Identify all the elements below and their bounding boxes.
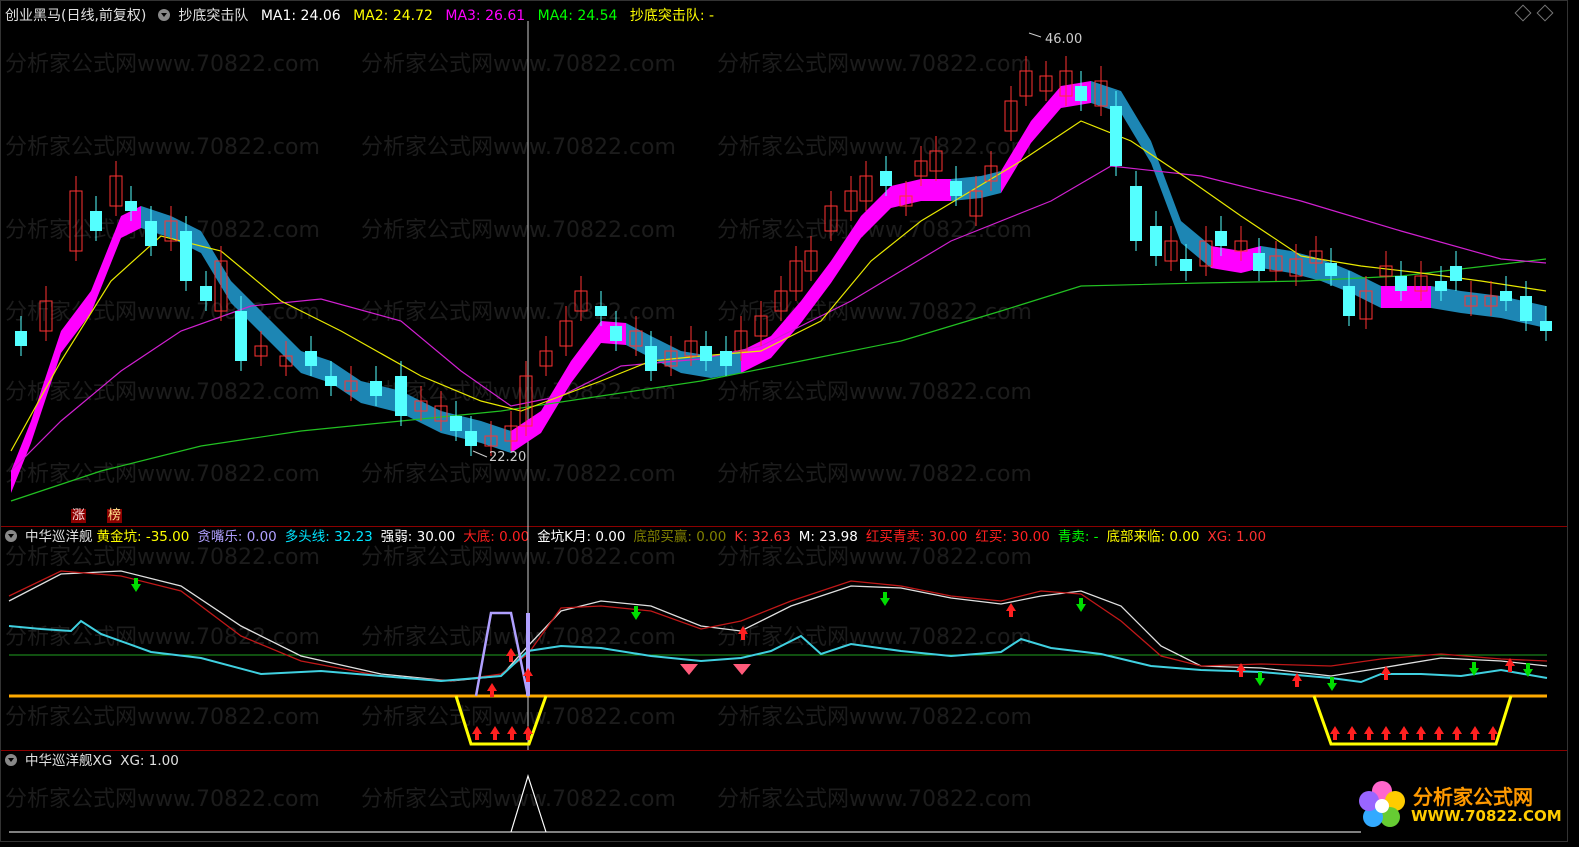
candle-body — [125, 201, 137, 211]
buy-arrow-icon — [1330, 726, 1340, 740]
candle-body — [90, 211, 102, 231]
candle-body — [610, 326, 622, 341]
buy-arrow-icon — [507, 726, 517, 740]
high-pointer — [1028, 32, 1042, 38]
buy-arrow-icon — [1416, 726, 1426, 740]
candle-body — [1253, 253, 1265, 271]
diamond-icon — [680, 664, 698, 675]
candle-body — [200, 286, 212, 301]
low-price-label: 22.20 — [489, 450, 526, 465]
candle-body — [1343, 286, 1355, 316]
candle-body — [465, 431, 477, 446]
candle-body — [595, 306, 607, 316]
candle-body — [1130, 186, 1142, 241]
buy-arrow-icon — [1347, 726, 1357, 740]
candle-body — [1540, 321, 1552, 331]
candle-body — [1180, 259, 1192, 271]
up-arrow-icon — [506, 648, 516, 662]
candle-body — [950, 181, 962, 196]
down-arrow-icon — [1255, 672, 1265, 686]
candle-body — [450, 416, 462, 431]
candle-body — [325, 376, 337, 386]
m-line — [8, 570, 1548, 682]
candle-body — [1215, 231, 1227, 246]
logo-title: 分析家公式网 — [1413, 785, 1533, 809]
high-price-label: 46.00 — [1045, 32, 1082, 47]
candle-body — [1450, 266, 1462, 281]
golden-pit-outline — [454, 695, 548, 746]
candle-body — [395, 376, 407, 416]
candle-body — [305, 351, 317, 366]
buy-arrow-icon — [490, 726, 500, 740]
down-arrow-icon — [1076, 598, 1086, 612]
down-arrow-icon — [631, 606, 641, 620]
buy-arrow-icon — [1364, 726, 1374, 740]
buy-arrow-icon — [1381, 726, 1391, 740]
site-logo: 分析家公式网 WWW.70822.COM — [1353, 777, 1562, 833]
ribbon-segment — [1121, 91, 1151, 163]
buy-arrow-icon — [1434, 726, 1444, 740]
candle-body — [720, 351, 732, 366]
ribbon-segment — [571, 321, 601, 383]
chart-window: 分析家公式网www.70822.com 分析家公式网www.70822.com 分析… — [0, 0, 1568, 842]
candle-body — [1520, 296, 1532, 321]
flower-logo-icon — [1359, 781, 1405, 827]
candle-body — [1110, 106, 1122, 166]
candle-body — [235, 311, 247, 361]
candle-body — [180, 231, 192, 281]
buy-arrow-icon — [1470, 726, 1480, 740]
logo-url: WWW.70822.COM — [1411, 807, 1562, 825]
low-pointer — [472, 450, 488, 458]
ribbon-segment — [831, 216, 861, 283]
candle-body — [1500, 291, 1512, 301]
strong-line — [8, 619, 1548, 684]
candlestick-chart[interactable]: 46.00 22.20 — [1, 1, 1567, 526]
candle-body — [880, 171, 892, 186]
ribbon-segment — [61, 291, 91, 353]
down-arrow-icon — [880, 592, 890, 606]
xg-signal-spike — [510, 773, 547, 833]
signal-chart — [9, 773, 1361, 833]
tag-bang: 榜 — [107, 508, 123, 523]
candle-body — [1395, 276, 1407, 291]
candle-body — [1325, 263, 1337, 276]
candle-body — [145, 221, 157, 246]
ribbon-segment — [1461, 291, 1501, 318]
candle-body — [1150, 226, 1162, 256]
candle-body — [1075, 86, 1087, 101]
buy-arrow-icon — [472, 726, 482, 740]
ma2-line — [10, 120, 1547, 452]
up-arrow-icon — [1006, 603, 1016, 617]
golden-pit-outline — [1312, 695, 1513, 746]
k-line — [8, 570, 1548, 682]
candle-body — [15, 331, 27, 346]
candle-body — [1435, 281, 1447, 291]
candle-body — [370, 381, 382, 396]
candle-body — [700, 346, 712, 361]
buy-arrow-icon — [1399, 726, 1409, 740]
diamond-icon — [733, 664, 751, 675]
tag-zhang: 涨 — [71, 508, 87, 523]
buy-arrow-icon — [1452, 726, 1462, 740]
ribbon-segment — [921, 179, 951, 201]
ribbon-segment — [1211, 246, 1241, 273]
oscillator-chart[interactable] — [1, 526, 1567, 751]
candle-body — [645, 346, 657, 371]
